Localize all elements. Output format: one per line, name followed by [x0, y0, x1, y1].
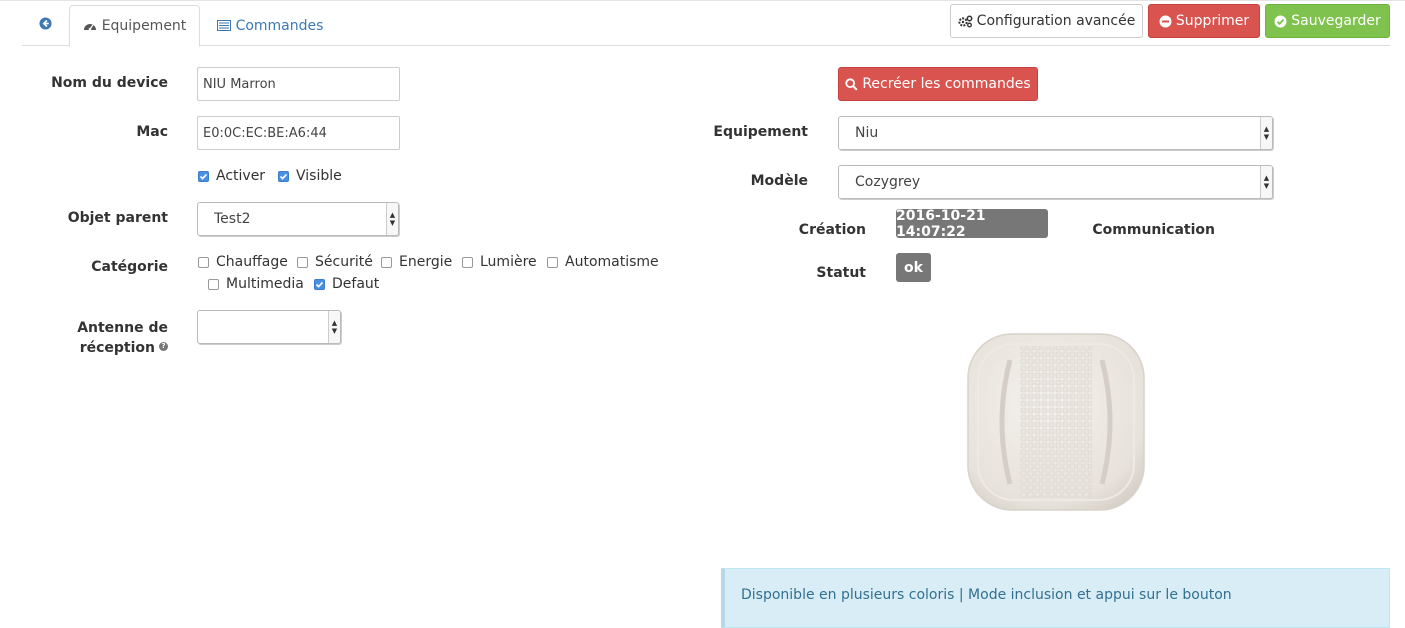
equipement-select-value: Niu	[855, 125, 879, 141]
checkbox-unchecked-icon	[198, 256, 209, 268]
modele-select-value: Cozygrey	[855, 174, 921, 190]
select-arrows-icon: ▲ ▼	[386, 203, 398, 235]
recreate-commands-button[interactable]: Recréer les commandes	[838, 67, 1038, 101]
modele-label: Modèle	[750, 173, 808, 189]
communication-label: Communication	[1092, 222, 1215, 238]
recreate-commands-label: Recréer les commandes	[862, 76, 1031, 92]
statut-label: Statut	[816, 265, 866, 281]
advanced-config-button[interactable]: Configuration avancée	[950, 4, 1143, 38]
name-label: Nom du device	[51, 75, 168, 91]
select-arrows-icon: ▲ ▼	[1260, 117, 1272, 149]
activer-label: Activer	[216, 168, 266, 184]
parent-select[interactable]: Test2 ▲ ▼	[197, 202, 399, 236]
mac-label: Mac	[136, 124, 168, 140]
category-multimedia-checkbox[interactable]: Multimedia	[208, 276, 304, 292]
category-label: Defaut	[332, 276, 380, 292]
activer-checkbox[interactable]: Activer	[198, 168, 265, 184]
help-icon[interactable]: ?	[159, 341, 168, 351]
category-automatisme-checkbox[interactable]: Automatisme	[547, 254, 659, 270]
dashboard-icon	[83, 20, 97, 32]
categorie-label: Catégorie	[91, 259, 168, 275]
parent-select-value: Test2	[214, 211, 251, 227]
select-arrows-icon: ▲ ▼	[1260, 166, 1272, 198]
save-label: Sauvegarder	[1291, 13, 1381, 29]
delete-label: Supprimer	[1175, 13, 1250, 29]
checkbox-checked-icon	[314, 278, 325, 290]
equipement-select[interactable]: Niu ▲ ▼	[838, 116, 1273, 150]
checkbox-unchecked-icon	[547, 256, 558, 268]
category-label: Lumière	[480, 254, 537, 270]
category-securite-checkbox[interactable]: Sécurité	[297, 254, 373, 270]
antenne-label: Antenne de réception?	[30, 318, 168, 358]
delete-button[interactable]: Supprimer	[1148, 4, 1260, 38]
info-alert-text: Disponible en plusieurs coloris | Mode i…	[741, 587, 1232, 603]
mac-input[interactable]: E0:0C:EC:BE:A6:44	[197, 116, 400, 150]
minus-circle-icon	[1159, 15, 1172, 28]
antenne-select[interactable]: ▲ ▼	[197, 310, 341, 344]
status-badge: ok	[896, 253, 931, 282]
tab-back[interactable]	[22, 5, 68, 46]
category-label: Automatisme	[565, 254, 659, 270]
category-label: Multimedia	[226, 276, 304, 292]
modele-select[interactable]: Cozygrey ▲ ▼	[838, 165, 1273, 199]
category-defaut-checkbox[interactable]: Defaut	[314, 276, 379, 292]
creation-date-badge: 2016-10-21 14:07:22	[896, 208, 1048, 240]
category-label: Energie	[399, 254, 453, 270]
visible-label: Visible	[296, 168, 342, 184]
back-arrow-icon	[38, 17, 52, 34]
parent-label: Objet parent	[67, 210, 168, 226]
cogs-icon	[958, 15, 973, 28]
category-lumiere-checkbox[interactable]: Lumière	[462, 254, 537, 270]
device-name-input[interactable]: NIU Marron	[197, 67, 400, 101]
search-icon	[845, 77, 858, 91]
equipement-label: Equipement	[713, 124, 808, 140]
category-label: Chauffage	[216, 254, 288, 270]
select-arrows-icon: ▲ ▼	[328, 311, 340, 343]
checkbox-checked-icon	[278, 170, 289, 182]
checkbox-unchecked-icon	[381, 256, 392, 268]
checkbox-checked-icon	[198, 170, 209, 182]
category-energie-checkbox[interactable]: Energie	[381, 254, 452, 270]
antenne-label-line2: réception	[79, 340, 155, 356]
category-chauffage-checkbox[interactable]: Chauffage	[198, 254, 288, 270]
checkbox-unchecked-icon	[462, 256, 473, 268]
tab-commandes-label: Commandes	[235, 17, 324, 34]
visible-checkbox[interactable]: Visible	[278, 168, 342, 184]
save-button[interactable]: Sauvegarder	[1265, 4, 1390, 38]
check-circle-icon	[1274, 15, 1287, 28]
advanced-config-label: Configuration avancée	[976, 13, 1136, 29]
tab-equipement[interactable]: Equipement	[69, 5, 200, 47]
antenne-label-line1: Antenne de	[77, 320, 168, 336]
checkbox-unchecked-icon	[208, 278, 219, 290]
checkbox-unchecked-icon	[297, 256, 308, 268]
device-image	[964, 330, 1148, 514]
tab-commandes[interactable]: Commandes	[206, 5, 334, 46]
tab-equipement-label: Equipement	[101, 18, 187, 34]
list-icon	[216, 20, 231, 31]
category-label: Sécurité	[315, 254, 373, 270]
creation-label: Création	[798, 222, 866, 238]
info-alert: Disponible en plusieurs coloris | Mode i…	[721, 568, 1390, 628]
